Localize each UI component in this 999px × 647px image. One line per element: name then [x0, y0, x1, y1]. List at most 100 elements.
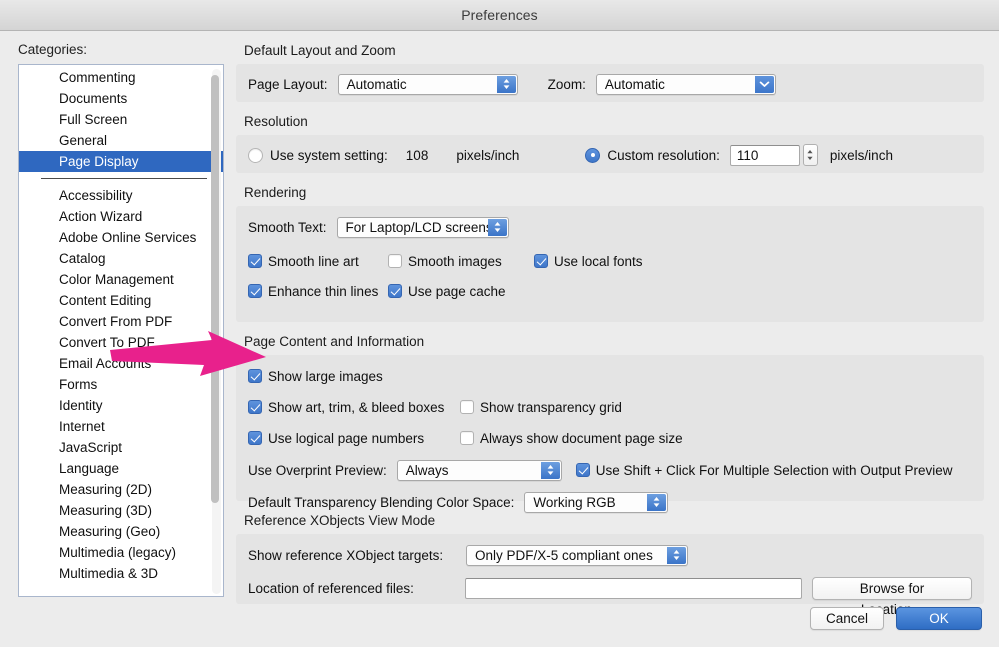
browse-for-location-button[interactable]: Browse for Location...	[811, 576, 973, 617]
overprint-preview-select[interactable]: Always	[396, 459, 562, 481]
xobject-targets-value: Only PDF/X-5 compliant ones	[475, 547, 653, 563]
blending-color-space-value: Working RGB	[533, 494, 616, 510]
row-xobject-targets: Show reference XObject targets: Only PDF…	[248, 543, 972, 567]
checkbox-enhance-thin-lines[interactable]: Enhance thin lines	[248, 284, 388, 299]
smooth-text-select[interactable]: For Laptop/LCD screens	[336, 216, 509, 238]
section-title-resolution: Resolution	[244, 114, 308, 129]
chevron-down-icon	[754, 75, 774, 93]
custom-resolution-stepper[interactable]	[802, 144, 818, 166]
updown-chevron-icon	[540, 461, 560, 479]
panel-resolution: Use system setting: 108 pixels/inch Cust…	[236, 135, 984, 173]
location-referenced-files-input[interactable]	[465, 577, 802, 599]
sidebar-item-general[interactable]: General	[19, 130, 223, 151]
row-location-referenced-files: Location of referenced files: Browse for…	[248, 576, 973, 617]
categories-scrollbar-track[interactable]	[211, 69, 221, 594]
checkbox-show-large-images[interactable]: Show large images	[248, 369, 383, 384]
updown-chevron-icon	[496, 75, 516, 93]
page-layout-select[interactable]: Automatic	[337, 73, 518, 95]
checkbox-use-logical-page-numbers[interactable]: Use logical page numbers	[248, 431, 460, 446]
ok-button[interactable]: OK	[896, 607, 982, 630]
updown-chevron-icon	[647, 493, 667, 511]
use-page-cache-label: Use page cache	[408, 283, 506, 299]
section-title-page-content: Page Content and Information	[244, 334, 425, 349]
checkbox-smooth-images[interactable]: Smooth images	[388, 254, 534, 269]
sidebar-item-multimedia-legacy[interactable]: Multimedia (legacy)	[19, 542, 223, 563]
cancel-button[interactable]: Cancel	[810, 607, 884, 630]
zoom-select[interactable]: Automatic	[595, 73, 776, 95]
sidebar-item-action-wizard[interactable]: Action Wizard	[19, 206, 223, 227]
updown-chevron-icon	[667, 546, 686, 564]
sidebar-item-convert-to-pdf[interactable]: Convert To PDF	[19, 332, 223, 353]
categories-scrollbar-thumb[interactable]	[211, 75, 219, 503]
show-art-trim-bleed-boxes-label: Show art, trim, & bleed boxes	[268, 399, 445, 415]
radio-use-system-setting[interactable]: Use system setting:	[248, 147, 388, 163]
checkbox-indicator-shift-click-multiple-selection	[575, 463, 590, 477]
sidebar-item-color-management[interactable]: Color Management	[19, 269, 223, 290]
xobject-targets-select[interactable]: Only PDF/X-5 compliant ones	[466, 544, 688, 566]
checkbox-indicator-enhance-thin-lines	[248, 284, 262, 298]
shift-click-multiple-selection-label: Use Shift + Click For Multiple Selection…	[595, 462, 953, 478]
checkbox-use-local-fonts[interactable]: Use local fonts	[534, 254, 643, 269]
checkbox-use-page-cache[interactable]: Use page cache	[388, 284, 506, 299]
checkbox-smooth-line-art[interactable]: Smooth line art	[248, 254, 388, 269]
dialog-footer: Cancel OK	[810, 607, 982, 630]
sidebar-item-documents[interactable]: Documents	[19, 88, 223, 109]
system-resolution-value: 108	[405, 147, 429, 163]
always-show-document-page-size-label: Always show document page size	[480, 430, 683, 446]
sidebar-item-measuring-geo[interactable]: Measuring (Geo)	[19, 521, 223, 542]
checkbox-shift-click-multiple-selection[interactable]: Use Shift + Click For Multiple Selection…	[575, 462, 953, 478]
xobject-targets-label: Show reference XObject targets:	[248, 547, 444, 563]
zoom-label: Zoom:	[547, 76, 586, 92]
sidebar-item-catalog[interactable]: Catalog	[19, 248, 223, 269]
page-layout-value: Automatic	[346, 76, 407, 92]
sidebar-item-full-screen[interactable]: Full Screen	[19, 109, 223, 130]
categories-listbox[interactable]: Commenting Documents Full Screen General…	[18, 64, 224, 597]
blending-color-space-select[interactable]: Working RGB	[524, 491, 669, 513]
smooth-images-label: Smooth images	[408, 253, 502, 269]
page-layout-label: Page Layout:	[248, 76, 328, 92]
use-logical-page-numbers-label: Use logical page numbers	[268, 430, 425, 446]
checkbox-indicator-show-transparency-grid	[460, 400, 474, 414]
row-show-large-images: Show large images	[248, 364, 972, 388]
sidebar-item-language[interactable]: Language	[19, 458, 223, 479]
checkbox-show-transparency-grid[interactable]: Show transparency grid	[460, 400, 622, 415]
sidebar-item-content-editing[interactable]: Content Editing	[19, 290, 223, 311]
row-smooth-text: Smooth Text: For Laptop/LCD screens	[248, 215, 972, 239]
sidebar-item-identity[interactable]: Identity	[19, 395, 223, 416]
overprint-preview-label: Use Overprint Preview:	[248, 462, 387, 478]
sidebar-item-measuring-3d[interactable]: Measuring (3D)	[19, 500, 223, 521]
sidebar-item-page-display[interactable]: Page Display	[19, 151, 223, 172]
smooth-text-label: Smooth Text:	[248, 219, 327, 235]
sidebar-item-internet[interactable]: Internet	[19, 416, 223, 437]
system-resolution-units: pixels/inch	[456, 147, 520, 163]
use-local-fonts-label: Use local fonts	[554, 253, 643, 269]
sidebar-separator	[19, 172, 223, 185]
settings-pane: Default Layout and Zoom Page Layout: Aut…	[236, 42, 984, 617]
overprint-preview-value: Always	[405, 462, 449, 478]
checkbox-indicator-show-art-trim-bleed-boxes	[248, 400, 262, 414]
sidebar-item-accessibility[interactable]: Accessibility	[19, 185, 223, 206]
sidebar-item-adobe-online-services[interactable]: Adobe Online Services	[19, 227, 223, 248]
checkbox-indicator-always-show-document-page-size	[460, 431, 474, 445]
sidebar-item-email-accounts[interactable]: Email Accounts	[19, 353, 223, 374]
checkbox-always-show-document-page-size[interactable]: Always show document page size	[460, 431, 683, 446]
row-show-boxes: Show art, trim, & bleed boxes Show trans…	[248, 395, 972, 419]
sidebar-item-commenting[interactable]: Commenting	[19, 67, 223, 88]
sidebar-item-convert-from-pdf[interactable]: Convert From PDF	[19, 311, 223, 332]
panel-rendering: Smooth Text: For Laptop/LCD screens Smoo…	[236, 206, 984, 322]
sidebar-item-measuring-2d[interactable]: Measuring (2D)	[19, 479, 223, 500]
radio-custom-resolution[interactable]: Custom resolution:	[585, 147, 720, 163]
smooth-text-value: For Laptop/LCD screens	[345, 219, 493, 235]
sidebar-item-javascript[interactable]: JavaScript	[19, 437, 223, 458]
checkbox-indicator-show-large-images	[248, 369, 262, 383]
radio-indicator-custom	[585, 147, 601, 163]
custom-resolution-input[interactable]: 110	[729, 144, 800, 166]
sidebar-item-forms[interactable]: Forms	[19, 374, 223, 395]
panel-xobjects: Show reference XObject targets: Only PDF…	[236, 534, 984, 617]
show-transparency-grid-label: Show transparency grid	[480, 399, 622, 415]
window-title: Preferences	[461, 7, 538, 23]
sidebar-item-multimedia-3d[interactable]: Multimedia & 3D	[19, 563, 223, 584]
row-rendering-checks-1: Smooth line art Smooth images Use local …	[248, 249, 972, 273]
section-title-xobjects: Reference XObjects View Mode	[244, 513, 436, 528]
checkbox-show-art-trim-bleed-boxes[interactable]: Show art, trim, & bleed boxes	[248, 400, 460, 415]
